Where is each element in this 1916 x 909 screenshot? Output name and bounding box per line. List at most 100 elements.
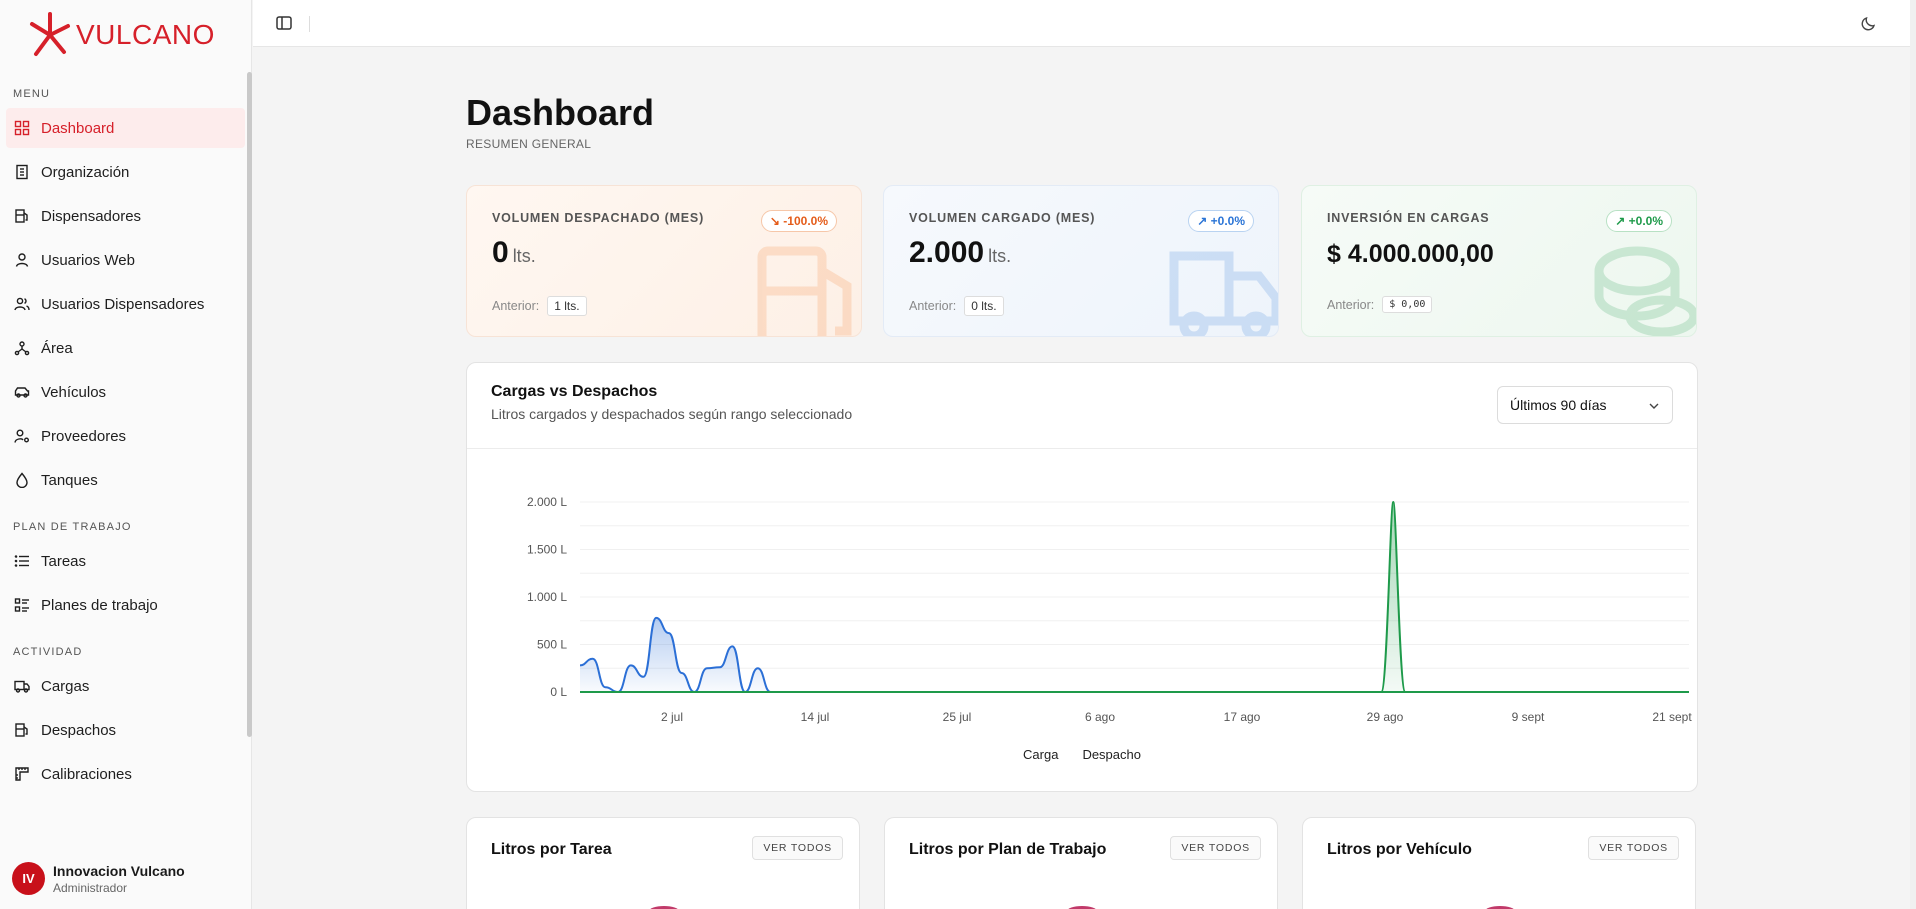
chart-title: Cargas vs Despachos [491,383,658,400]
x-tick-label: 2 jul [661,710,683,724]
kpi-previous: Anterior: 0 lts. [909,296,1004,316]
truck-icon [1169,251,1278,336]
y-axis: 2.000 L 1.500 L 1.000 L 500 L 0 L [527,495,567,699]
sidebar-item-label: Usuarios Web [41,251,135,269]
kpi-value: $ 4.000.000,00 [1327,240,1494,269]
sidebar-item-dispensadores[interactable]: Dispensadores [6,196,245,236]
fuel-pump-icon [15,723,28,737]
x-tick-label: 6 ago [1085,710,1115,724]
sidebar-item-dashboard[interactable]: Dashboard [6,108,251,148]
sidebar-scrollbar[interactable] [247,72,252,737]
section-label-menu: MENU [13,88,51,100]
ver-todos-button[interactable]: VER TODOS [752,836,843,860]
trend-badge: ↘ -100.0% [760,210,837,232]
sidebar-item-area[interactable]: Área [6,328,245,368]
y-tick-label: 500 L [537,638,567,652]
kpi-unit: lts. [988,246,1012,266]
chart-legend: Carga Despacho [467,747,1697,762]
sidebar-item-proveedores[interactable]: Proveedores [6,416,245,456]
kpi-number: 0 [492,236,509,269]
dashboard-icon [14,120,30,136]
x-tick-label: 17 ago [1224,710,1261,724]
chart-subtitle: Litros cargados y despachados según rang… [491,406,853,422]
trend-badge: ↗ +0.0% [1606,210,1672,232]
list-icon [14,555,29,567]
sidebar-item-label: Calibraciones [41,765,132,783]
coins-icon [1594,246,1696,336]
sidebar-item-tareas[interactable]: Tareas [6,541,245,581]
y-tick-label: 0 L [550,685,567,699]
x-axis: 2 jul 14 jul 25 jul 6 ago 17 ago 29 ago 9 sept… [661,710,1692,724]
chevron-down-icon [1649,403,1659,409]
sidebar-item-planes-de-trabajo[interactable]: Planes de trabajo [6,585,245,625]
sidebar-item-label: Dispensadores [41,207,142,225]
user-icon [15,253,29,267]
legend-item-despacho[interactable]: Despacho [1082,747,1141,762]
divider [309,16,310,32]
x-tick-label: 25 jul [943,710,972,724]
sidebar-item-usuarios-web[interactable]: Usuarios Web [6,240,245,280]
area-chart: 2.000 L 1.500 L 1.000 L 500 L 0 L 2 jul 14 ju… [527,495,1692,724]
trend-badge: ↗ +0.0% [1188,210,1254,232]
y-tick-label: 2.000 L [527,495,567,509]
x-tick-label: 29 ago [1367,710,1404,724]
legend-item-carga[interactable]: Carga [1023,747,1058,762]
ver-todos-button[interactable]: VER TODOS [1170,836,1261,860]
card-litros-por-tarea: Litros por Tarea VER TODOS [466,817,860,909]
chart-card-cargas-vs-despachos: Cargas vs Despachos Litros cargados y de… [466,362,1698,792]
sidebar-item-label: Vehículos [41,383,107,401]
sidebar-item-label: Dashboard [41,119,115,137]
sidebar-toggle-icon[interactable] [275,14,293,32]
y-tick-label: 1.000 L [527,590,567,604]
sidebar-item-tanques[interactable]: Tanques [6,460,245,500]
sidebar-item-label: Tanques [41,471,98,489]
ver-todos-button[interactable]: VER TODOS [1588,836,1679,860]
sidebar-item-label: Tareas [41,552,87,570]
moon-icon[interactable] [1860,14,1878,32]
previous-label: Anterior: [492,299,540,313]
page-subtitle: RESUMEN GENERAL [466,137,592,151]
page-scrollbar[interactable] [1910,0,1916,909]
users-icon [14,297,30,311]
page-title: Dashboard [466,92,655,133]
sidebar-item-calibraciones[interactable]: Calibraciones [6,754,245,794]
brand-name: VULCANO [76,19,215,50]
card-title: Litros por Tarea [491,841,612,858]
kpi-unit: lts. [512,246,536,266]
range-select-value: Últimos 90 días [1510,397,1607,413]
x-tick-label: 21 sept [1652,710,1692,724]
kpi-card-inversion-cargas: INVERSIÓN EN CARGAS ↗ +0.0% $ 4.000.000,… [1301,185,1697,337]
kpi-label: VOLUMEN CARGADO (MES) [909,211,1096,225]
sidebar-item-organizacion[interactable]: Organización [6,152,245,192]
vulcano-logo-icon [30,12,70,56]
user-name: Innovacion Vulcano [53,862,185,879]
logo[interactable]: VULCANO [0,0,251,70]
sidebar-item-vehiculos[interactable]: Vehículos [6,372,245,412]
building-icon [16,164,28,180]
kpi-label: INVERSIÓN EN CARGAS [1327,211,1490,225]
user-profile[interactable]: IV Innovacion Vulcano Administrador [12,862,185,895]
previous-value: 1 lts. [547,296,587,316]
user-role: Administrador [53,880,128,895]
user-cog-icon [14,429,29,443]
previous-label: Anterior: [1327,297,1375,312]
ruler-icon [15,767,29,781]
sidebar-item-despachos[interactable]: Despachos [6,710,245,750]
sidebar-item-label: Planes de trabajo [41,596,158,614]
car-icon [14,387,30,398]
kpi-card-volumen-cargado: VOLUMEN CARGADO (MES) ↗ +0.0% 2.000 lts. … [883,185,1279,337]
previous-value: 0 lts. [964,296,1004,316]
chart-header: Cargas vs Despachos Litros cargados y de… [467,363,1697,449]
sidebar-item-label: Despachos [41,721,117,739]
kpi-value: 0 lts. [492,236,536,270]
card-litros-por-plan: Litros por Plan de Trabajo VER TODOS [884,817,1278,909]
sidebar-item-cargas[interactable]: Cargas [6,666,245,706]
range-select[interactable]: Últimos 90 días [1497,386,1673,424]
kpi-number: $ 4.000.000,00 [1327,240,1494,268]
card-title: Litros por Vehículo [1327,841,1472,858]
section-label-plan: PLAN DE TRABAJO [13,521,132,533]
sidebar-item-usuarios-dispensadores[interactable]: Usuarios Dispensadores [6,284,245,324]
truck-icon [14,680,30,693]
avatar: IV [12,862,45,895]
top-bar [253,0,1916,47]
